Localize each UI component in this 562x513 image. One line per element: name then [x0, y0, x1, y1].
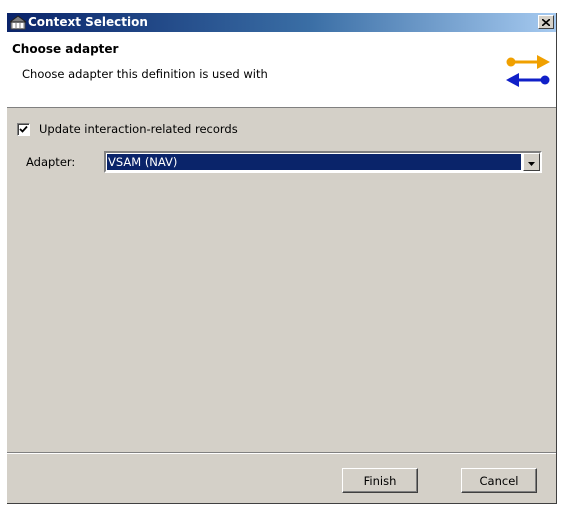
- close-icon: [542, 18, 550, 26]
- context-selection-dialog: Context Selection Choose adapter Choose …: [7, 13, 557, 504]
- adapter-dropdown-button[interactable]: [523, 153, 540, 171]
- close-button[interactable]: [538, 15, 554, 29]
- content-area: Update interaction-related records Adapt…: [7, 109, 556, 435]
- update-records-option[interactable]: Update interaction-related records: [17, 122, 238, 136]
- cancel-button[interactable]: Cancel: [461, 468, 537, 493]
- update-records-label: Update interaction-related records: [39, 122, 238, 136]
- update-records-checkbox[interactable]: [17, 122, 30, 136]
- footer-divider: [7, 452, 556, 454]
- dialog-title: Context Selection: [28, 15, 148, 29]
- adapter-selected-value: VSAM (NAV): [107, 154, 521, 170]
- chevron-down-icon: [528, 155, 535, 169]
- header-title: Choose adapter: [12, 42, 119, 56]
- finish-button[interactable]: Finish: [342, 468, 418, 493]
- adapter-label: Adapter:: [26, 155, 76, 169]
- app-icon: [8, 15, 28, 30]
- title-bar[interactable]: Context Selection: [7, 13, 556, 32]
- wizard-header: Choose adapter Choose adapter this defin…: [7, 32, 556, 108]
- adapter-select[interactable]: VSAM (NAV): [104, 151, 542, 173]
- exchange-arrows-icon: [506, 52, 550, 90]
- header-description: Choose adapter this definition is used w…: [22, 67, 268, 81]
